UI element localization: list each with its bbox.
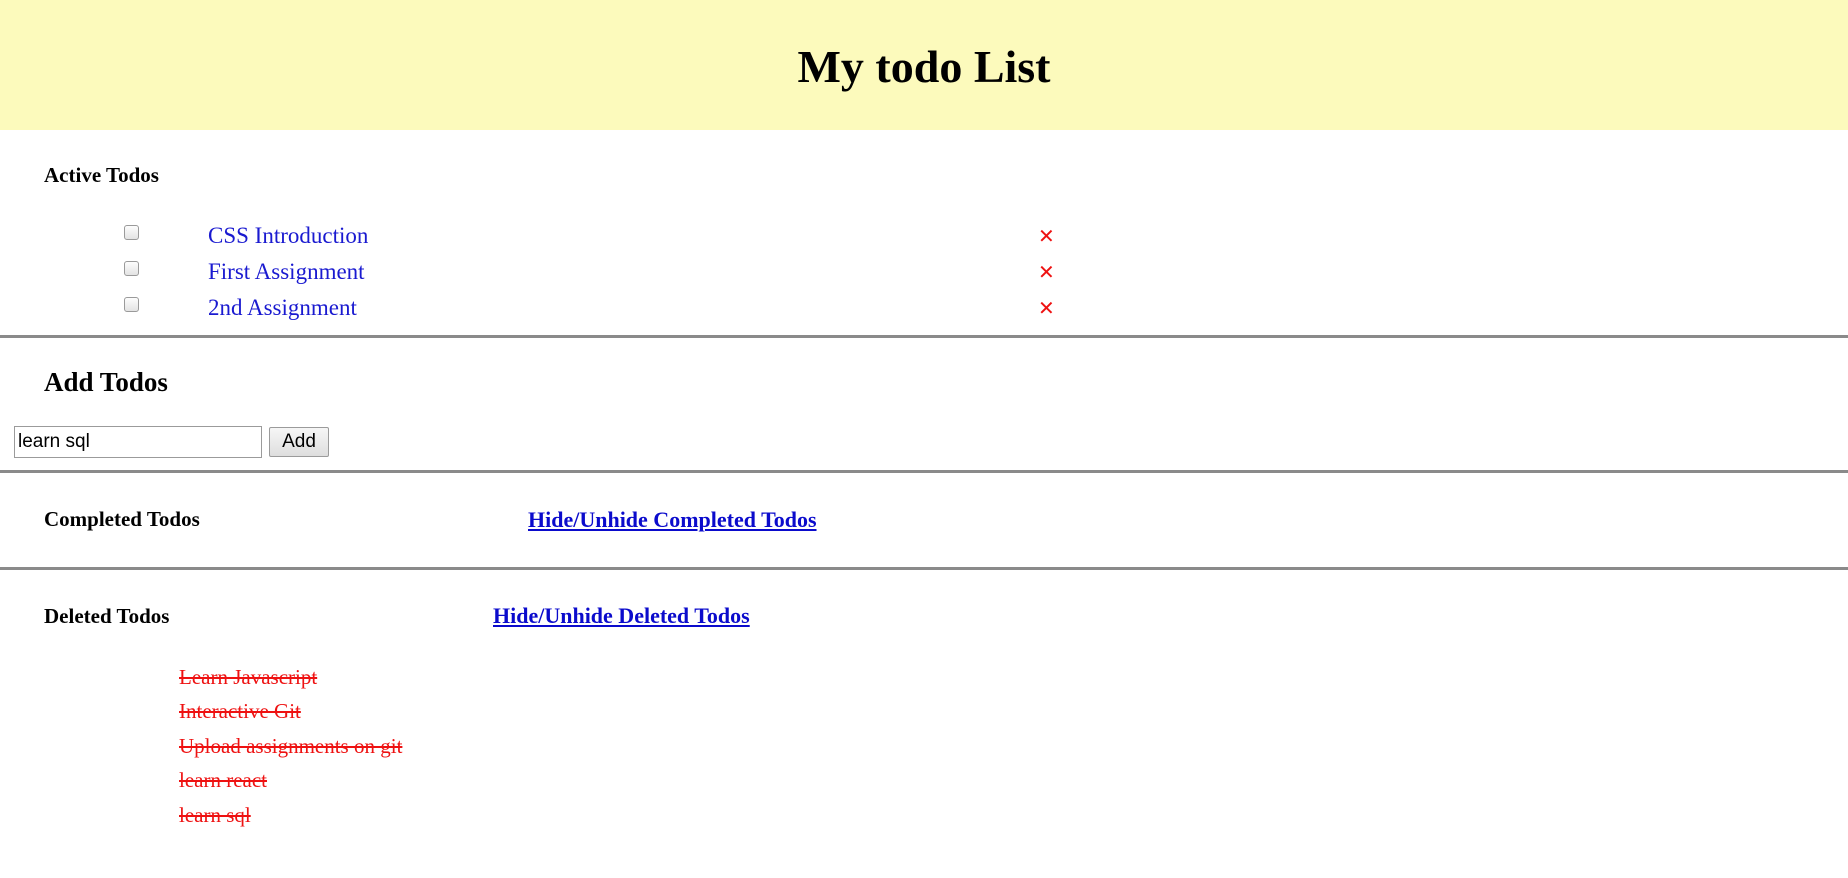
todo-row: CSS Introduction ✕ <box>0 222 1100 252</box>
page-title: My todo List <box>797 41 1051 92</box>
todo-label: First Assignment <box>208 259 365 284</box>
deleted-todos-heading: Deleted Todos <box>44 604 170 628</box>
delete-x-icon[interactable]: ✕ <box>1038 296 1055 320</box>
todo-checkbox[interactable] <box>124 297 139 312</box>
section-divider <box>0 470 1848 473</box>
add-todos-heading: Add Todos <box>44 367 168 397</box>
deleted-todo-item: learn react <box>179 768 268 792</box>
todo-checkbox[interactable] <box>124 261 139 276</box>
deleted-todo-item: Learn Javascript <box>179 665 318 689</box>
deleted-todo-item: learn sql <box>179 803 251 827</box>
active-todos-heading: Active Todos <box>44 163 159 187</box>
todo-row: 2nd Assignment ✕ <box>0 294 1100 324</box>
deleted-todo-item: Upload assignments on git <box>179 734 403 758</box>
completed-todos-heading: Completed Todos <box>44 507 200 531</box>
add-button[interactable]: Add <box>269 427 329 457</box>
todo-row: First Assignment ✕ <box>0 258 1100 288</box>
todo-label: CSS Introduction <box>208 223 369 248</box>
toggle-completed-link[interactable]: Hide/Unhide Completed Todos <box>528 507 817 533</box>
page-header: My todo List <box>0 0 1848 130</box>
todo-checkbox[interactable] <box>124 225 139 240</box>
section-divider <box>0 567 1848 570</box>
toggle-deleted-link[interactable]: Hide/Unhide Deleted Todos <box>493 603 750 629</box>
delete-x-icon[interactable]: ✕ <box>1038 224 1055 248</box>
todo-label: 2nd Assignment <box>208 295 357 320</box>
section-divider <box>0 335 1848 338</box>
delete-x-icon[interactable]: ✕ <box>1038 260 1055 284</box>
todo-input[interactable] <box>14 426 262 458</box>
deleted-todo-item: Interactive Git <box>179 699 301 723</box>
